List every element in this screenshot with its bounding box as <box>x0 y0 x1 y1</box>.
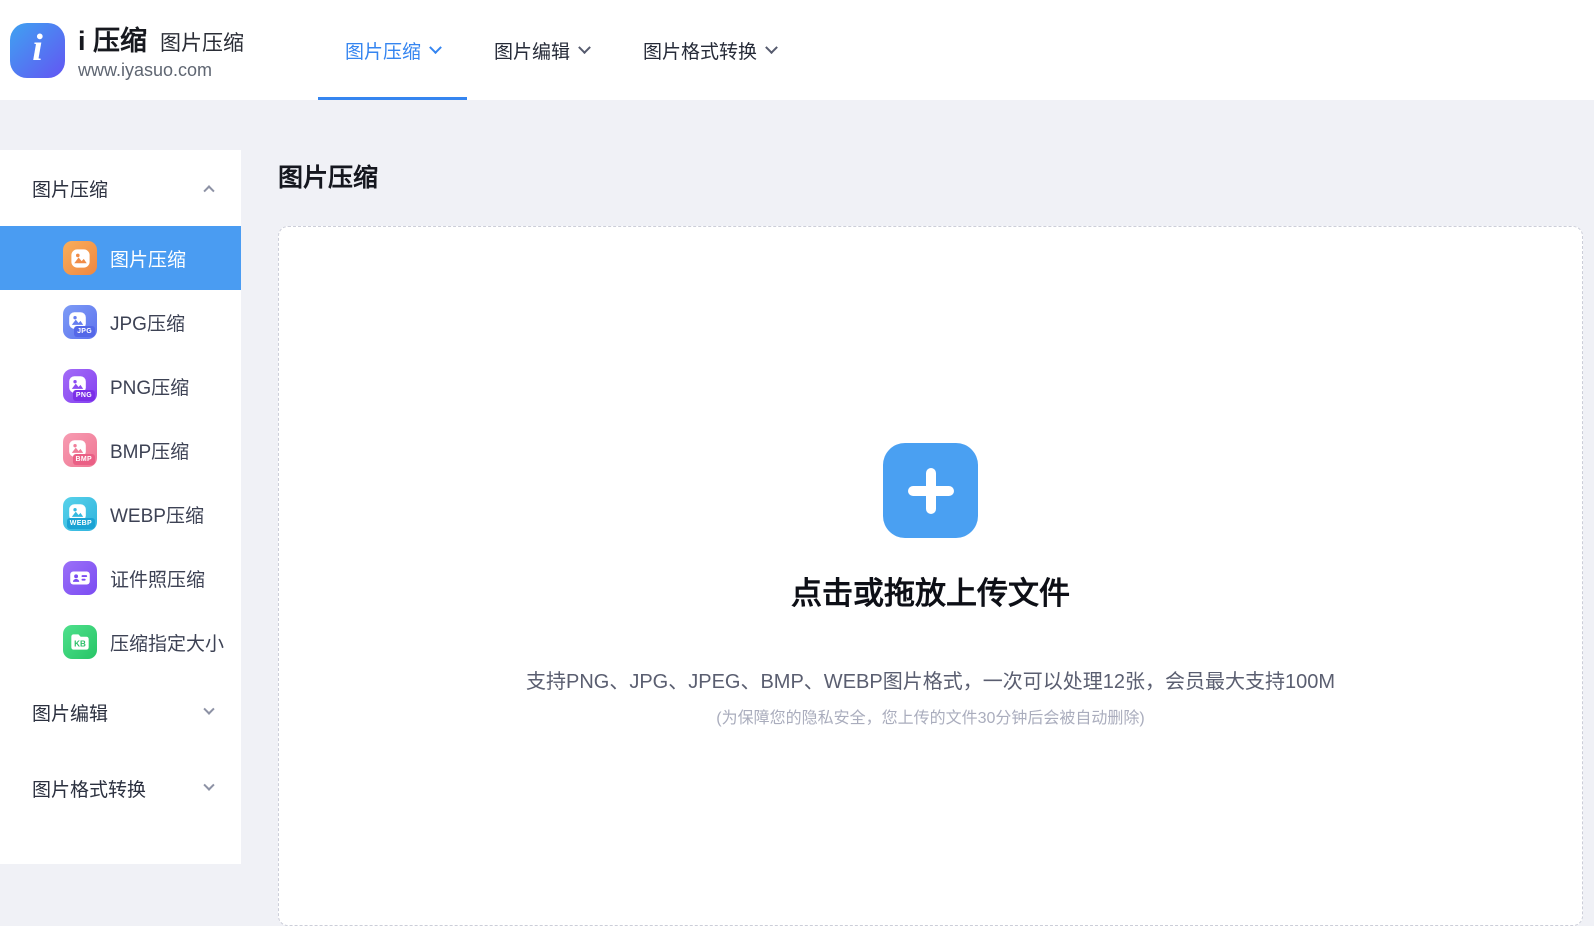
webp-compress-icon: WEBP <box>63 497 97 531</box>
png-badge: PNG <box>73 390 95 401</box>
logo-text: i 压缩 图片压缩 www.iyasuo.com <box>78 19 244 81</box>
sidebar-item-bmp-compress[interactable]: BMP BMP压缩 <box>0 418 241 482</box>
sidebar-item-compress-to-size[interactable]: KB 压缩指定大小 <box>0 610 241 674</box>
nav-tab-format-convert[interactable]: 图片格式转换 <box>616 0 803 100</box>
bmp-compress-icon: BMP <box>63 433 97 467</box>
app-header: i i 压缩 图片压缩 www.iyasuo.com 图片压缩 图片编辑 图片格… <box>0 0 1594 100</box>
jpg-compress-icon: JPG <box>63 305 97 339</box>
nav-tab-image-edit[interactable]: 图片编辑 <box>467 0 616 100</box>
sidebar-item-webp-compress[interactable]: WEBP WEBP压缩 <box>0 482 241 546</box>
main-nav: 图片压缩 图片编辑 图片格式转换 <box>318 0 803 100</box>
sidebar-item-label: PNG压缩 <box>110 373 189 400</box>
bmp-badge: BMP <box>73 454 95 465</box>
webp-badge: WEBP <box>67 518 95 529</box>
kb-folder-icon: KB <box>63 625 97 659</box>
site-logo[interactable]: i i 压缩 图片压缩 www.iyasuo.com <box>10 19 244 81</box>
png-compress-icon: PNG <box>63 369 97 403</box>
jpg-badge: JPG <box>74 326 95 337</box>
chevron-down-icon <box>578 41 591 54</box>
page-title: 图片压缩 <box>278 158 378 194</box>
kb-badge: KB <box>74 639 86 648</box>
sidebar-item-label: 图片压缩 <box>110 245 186 272</box>
app-logo-icon: i <box>10 23 65 78</box>
sidebar: 图片压缩 图片压缩 JPG JPG压缩 <box>0 150 241 864</box>
sidebar-item-image-compress[interactable]: 图片压缩 <box>0 226 241 290</box>
sidebar-section-format-convert[interactable]: 图片格式转换 <box>0 750 241 826</box>
chevron-down-icon <box>765 41 778 54</box>
sidebar-section-image-compress[interactable]: 图片压缩 <box>0 150 241 226</box>
chevron-down-icon <box>203 704 214 715</box>
sidebar-section-label: 图片编辑 <box>32 699 108 726</box>
upload-heading: 点击或拖放上传文件 <box>279 568 1582 613</box>
chevron-down-icon <box>429 41 442 54</box>
upload-dropzone[interactable]: 点击或拖放上传文件 支持PNG、JPG、JPEG、BMP、WEBP图片格式，一次… <box>278 226 1583 926</box>
image-compress-icon <box>63 241 97 275</box>
nav-tab-image-compress[interactable]: 图片压缩 <box>318 0 467 100</box>
upload-support-text: 支持PNG、JPG、JPEG、BMP、WEBP图片格式，一次可以处理12张，会员… <box>279 665 1582 694</box>
sidebar-section-label: 图片格式转换 <box>32 775 146 802</box>
logo-letter: i <box>32 26 43 70</box>
sidebar-item-label: BMP压缩 <box>110 437 189 464</box>
site-url: www.iyasuo.com <box>78 60 244 81</box>
sidebar-item-id-photo-compress[interactable]: 证件照压缩 <box>0 546 241 610</box>
sidebar-item-label: JPG压缩 <box>110 309 185 336</box>
brand-name: i 压缩 <box>78 19 147 58</box>
sidebar-section-label: 图片压缩 <box>32 175 108 202</box>
sidebar-item-label: 证件照压缩 <box>110 565 205 592</box>
sidebar-item-png-compress[interactable]: PNG PNG压缩 <box>0 354 241 418</box>
sidebar-section-image-edit[interactable]: 图片编辑 <box>0 674 241 750</box>
sidebar-item-label: 压缩指定大小 <box>110 629 224 656</box>
brand-subtitle: 图片压缩 <box>160 27 244 57</box>
chevron-up-icon <box>203 185 214 196</box>
id-photo-icon <box>63 561 97 595</box>
nav-tab-label: 图片压缩 <box>345 37 421 64</box>
nav-tab-label: 图片编辑 <box>494 37 570 64</box>
chevron-down-icon <box>203 780 214 791</box>
nav-tab-label: 图片格式转换 <box>643 37 757 64</box>
sidebar-item-label: WEBP压缩 <box>110 501 204 528</box>
add-files-button[interactable] <box>883 443 978 538</box>
sidebar-item-jpg-compress[interactable]: JPG JPG压缩 <box>0 290 241 354</box>
upload-privacy-text: (为保障您的隐私安全，您上传的文件30分钟后会被自动删除) <box>279 704 1582 728</box>
